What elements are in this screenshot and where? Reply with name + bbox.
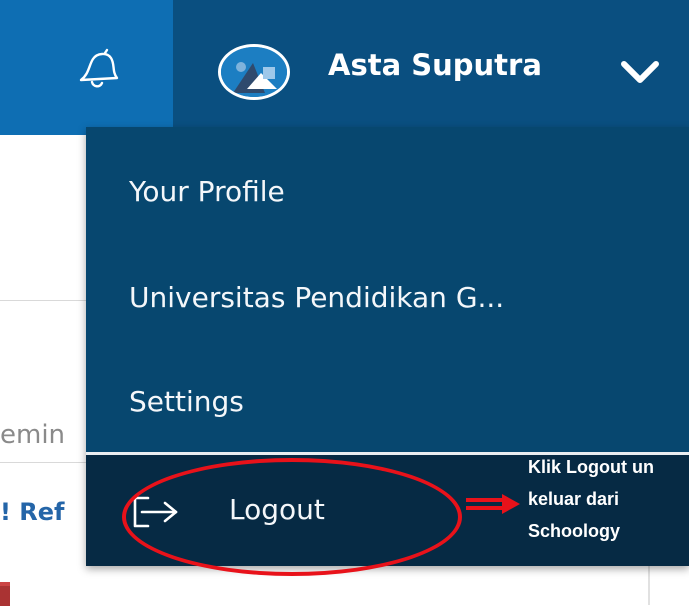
annotation-line: keluar dari bbox=[528, 489, 620, 509]
reminders-heading-fragment: emin bbox=[0, 420, 66, 450]
top-navigation-bar: Asta Suputra bbox=[0, 0, 689, 135]
annotation-note: Klik Logout un keluar dari Schoology bbox=[528, 451, 689, 547]
chevron-down-icon[interactable] bbox=[618, 58, 662, 88]
arrow-right-icon bbox=[466, 494, 520, 514]
menu-item-your-profile[interactable]: Your Profile bbox=[129, 175, 285, 208]
page-divider bbox=[0, 300, 90, 301]
annotation-line: Klik Logout un bbox=[528, 457, 654, 477]
avatar-graphic bbox=[221, 47, 287, 97]
avatar[interactable] bbox=[218, 44, 290, 100]
refresh-link-fragment[interactable]: ! Ref bbox=[0, 498, 65, 526]
highlight-ellipse bbox=[122, 458, 462, 576]
notifications-button[interactable] bbox=[0, 0, 173, 135]
bell-icon bbox=[79, 48, 119, 88]
page-divider bbox=[0, 462, 90, 463]
menu-item-settings[interactable]: Settings bbox=[129, 385, 244, 418]
annotation-line: Schoology bbox=[528, 521, 621, 541]
menu-item-institution[interactable]: Universitas Pendidikan G... bbox=[129, 281, 504, 314]
page-panel-edge bbox=[648, 566, 689, 605]
calendar-icon bbox=[0, 582, 10, 606]
user-name[interactable]: Asta Suputra bbox=[328, 48, 542, 82]
